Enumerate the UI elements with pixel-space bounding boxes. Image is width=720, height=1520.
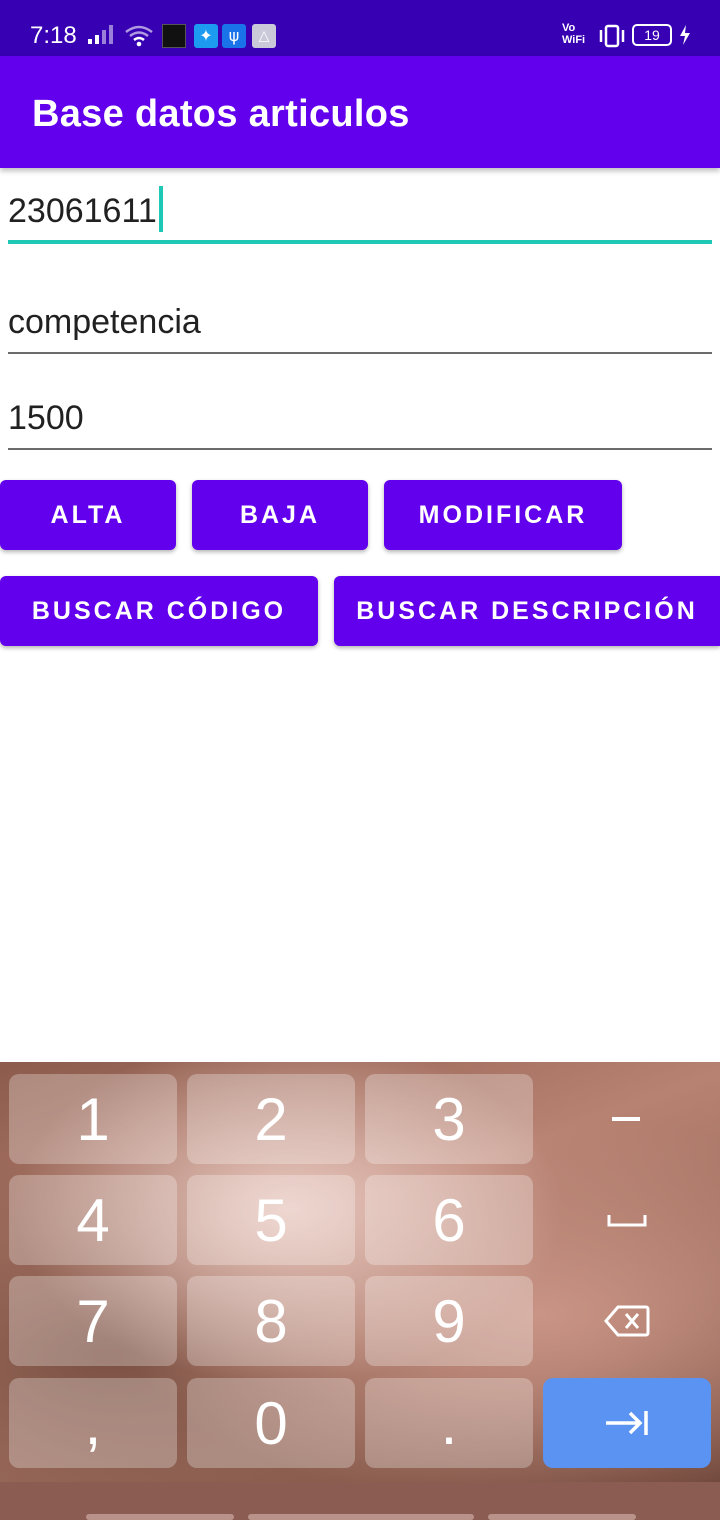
minus-icon	[612, 1117, 640, 1121]
twitter-icon: ✦	[194, 24, 218, 48]
key-comma[interactable]: ,	[9, 1378, 177, 1468]
signal-icon	[88, 25, 113, 44]
vowifi-icon: Vo WiFi	[562, 22, 586, 46]
key-0[interactable]: 0	[187, 1378, 355, 1468]
code-input-underline	[8, 240, 712, 244]
nav-handle-left	[86, 1514, 234, 1520]
price-input-value: 1500	[8, 399, 84, 437]
key-2[interactable]: 2	[187, 1074, 355, 1164]
key-5[interactable]: 5	[187, 1175, 355, 1265]
status-bar: 7:18 ✦ ψ △ Vo WiFi 19	[0, 0, 720, 56]
price-input-underline	[8, 448, 712, 450]
charging-icon	[680, 25, 690, 45]
minus-key[interactable]	[543, 1074, 711, 1164]
backspace-key[interactable]	[543, 1276, 711, 1366]
tab-arrow-icon	[606, 1411, 648, 1435]
code-input-value: 23061611	[8, 192, 157, 230]
buscar-descripcion-button[interactable]: BUSCAR DESCRIPCIÓN	[334, 576, 720, 646]
app-title: Base datos articulos	[32, 93, 410, 135]
wifi-icon	[125, 25, 153, 47]
notification-app-icon	[162, 24, 186, 48]
nav-handle-center[interactable]	[248, 1514, 474, 1520]
space-key[interactable]	[543, 1175, 711, 1265]
alta-button[interactable]: ALTA	[0, 480, 176, 550]
usb-icon: ψ	[222, 24, 246, 48]
key-4[interactable]: 4	[9, 1175, 177, 1265]
key-6[interactable]: 6	[365, 1175, 533, 1265]
key-3[interactable]: 3	[365, 1074, 533, 1164]
key-period[interactable]: .	[365, 1378, 533, 1468]
baja-button[interactable]: BAJA	[192, 480, 368, 550]
key-7[interactable]: 7	[9, 1276, 177, 1366]
description-input-underline	[8, 352, 712, 354]
backspace-icon	[604, 1305, 650, 1337]
tab-key[interactable]	[543, 1378, 711, 1468]
drive-icon: △	[252, 24, 276, 48]
app-bar: Base datos articulos	[0, 56, 720, 168]
battery-icon: 19	[632, 24, 672, 46]
vibrate-icon	[599, 24, 625, 48]
text-cursor	[158, 186, 163, 232]
code-input[interactable]: 23061611	[8, 186, 712, 244]
description-input-value: competencia	[8, 303, 201, 341]
description-input[interactable]: competencia	[8, 302, 712, 354]
price-input[interactable]: 1500	[8, 398, 712, 450]
buscar-codigo-button[interactable]: BUSCAR CÓDIGO	[0, 576, 318, 646]
modificar-button[interactable]: MODIFICAR	[384, 480, 622, 550]
nav-handle-right	[488, 1514, 636, 1520]
space-icon	[607, 1215, 647, 1227]
numeric-keyboard: 1 2 3 4 5 6 7 8 9 , 0 .	[0, 1062, 720, 1482]
key-8[interactable]: 8	[187, 1276, 355, 1366]
key-1[interactable]: 1	[9, 1074, 177, 1164]
key-9[interactable]: 9	[365, 1276, 533, 1366]
status-time: 7:18	[30, 22, 77, 49]
